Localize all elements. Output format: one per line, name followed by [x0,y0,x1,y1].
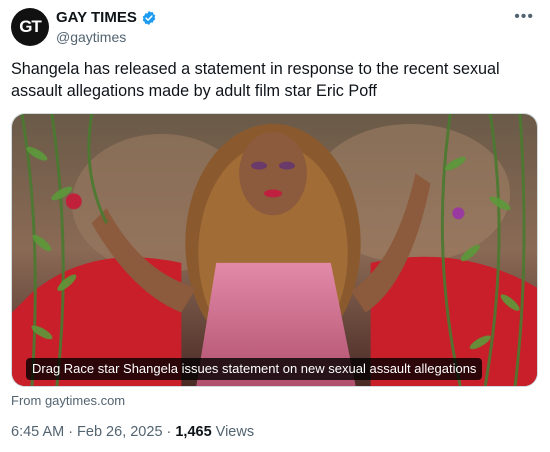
media-caption: Drag Race star Shangela issues statement… [26,358,483,380]
avatar[interactable]: GT [11,8,49,46]
media-image [12,114,537,386]
meta-separator: · [68,424,74,440]
name-row: GAY TIMES [56,9,157,26]
views-label: Views [215,424,255,440]
meta-separator: · [166,424,172,440]
more-dots-icon[interactable]: ••• [514,8,534,26]
card-source-link[interactable]: From gaytimes.com [11,393,125,408]
tweet: GT GAY TIMES @gaytimes ••• Shangela has … [0,0,550,452]
handle[interactable]: @gaytimes [56,29,126,45]
display-name[interactable]: GAY TIMES [56,9,137,26]
tweet-text: Shangela has released a statement in res… [11,60,500,100]
media-card[interactable]: Drag Race star Shangela issues statement… [11,113,538,387]
verified-badge-icon [142,10,156,25]
tweet-time[interactable]: 6:45 AM [11,424,64,440]
tweet-meta: 6:45 AM · Feb 26, 2025 · 1,465 Views [11,424,254,440]
tweet-date[interactable]: Feb 26, 2025 [77,424,162,440]
views-count: 1,465 [175,424,212,440]
